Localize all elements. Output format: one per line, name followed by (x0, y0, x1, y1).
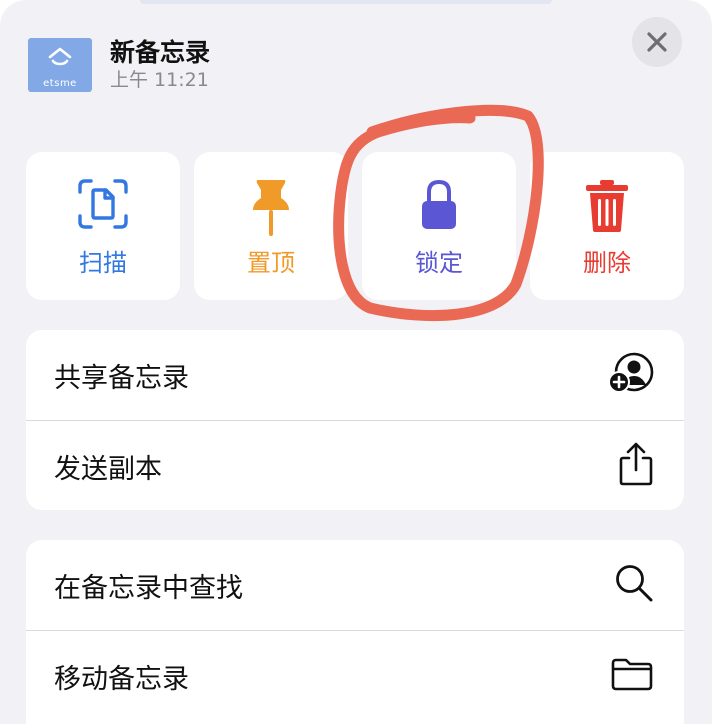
folder-icon (611, 658, 653, 691)
note-header: etsme 新备忘录 上午 11:21 (28, 38, 210, 92)
menu-group-manage: 在备忘录中查找 移动备忘录 (26, 540, 684, 724)
pin-button[interactable]: 置顶 (194, 152, 348, 300)
pin-label: 置顶 (247, 249, 295, 277)
find-in-note-row[interactable]: 在备忘录中查找 (26, 540, 684, 630)
close-button[interactable] (632, 17, 682, 67)
move-note-label: 移动备忘录 (54, 663, 189, 695)
menu-group-share: 共享备忘录 发送副本 (26, 330, 684, 510)
share-note-label: 共享备忘录 (54, 362, 189, 394)
move-note-row[interactable]: 移动备忘录 (26, 631, 684, 721)
action-sheet: etsme 新备忘录 上午 11:21 扫描 置顶 锁定 删除 共享备忘录 发送… (0, 0, 712, 724)
share-note-row[interactable]: 共享备忘录 (26, 330, 684, 420)
note-thumbnail: etsme (28, 38, 92, 92)
close-icon (647, 32, 667, 52)
search-icon (616, 565, 653, 602)
share-upload-icon (619, 442, 653, 486)
lock-button[interactable]: 锁定 (362, 152, 516, 300)
scan-button[interactable]: 扫描 (26, 152, 180, 300)
share-person-add-icon (608, 352, 654, 393)
lock-icon (422, 179, 456, 229)
house-logo-icon (48, 47, 72, 66)
note-time: 上午 11:21 (110, 69, 209, 91)
send-copy-label: 发送副本 (54, 453, 162, 485)
delete-label: 删除 (583, 249, 631, 277)
scan-document-icon (78, 179, 128, 229)
lock-label: 锁定 (415, 249, 463, 277)
send-copy-row[interactable]: 发送副本 (26, 421, 684, 510)
trash-icon (586, 180, 628, 232)
note-title: 新备忘录 (110, 38, 211, 67)
delete-button[interactable]: 删除 (530, 152, 684, 300)
logo-text: etsme (43, 78, 77, 89)
find-in-note-label: 在备忘录中查找 (54, 572, 243, 604)
top-edge (140, 0, 552, 4)
scan-label: 扫描 (79, 249, 127, 277)
pin-icon (253, 180, 289, 236)
